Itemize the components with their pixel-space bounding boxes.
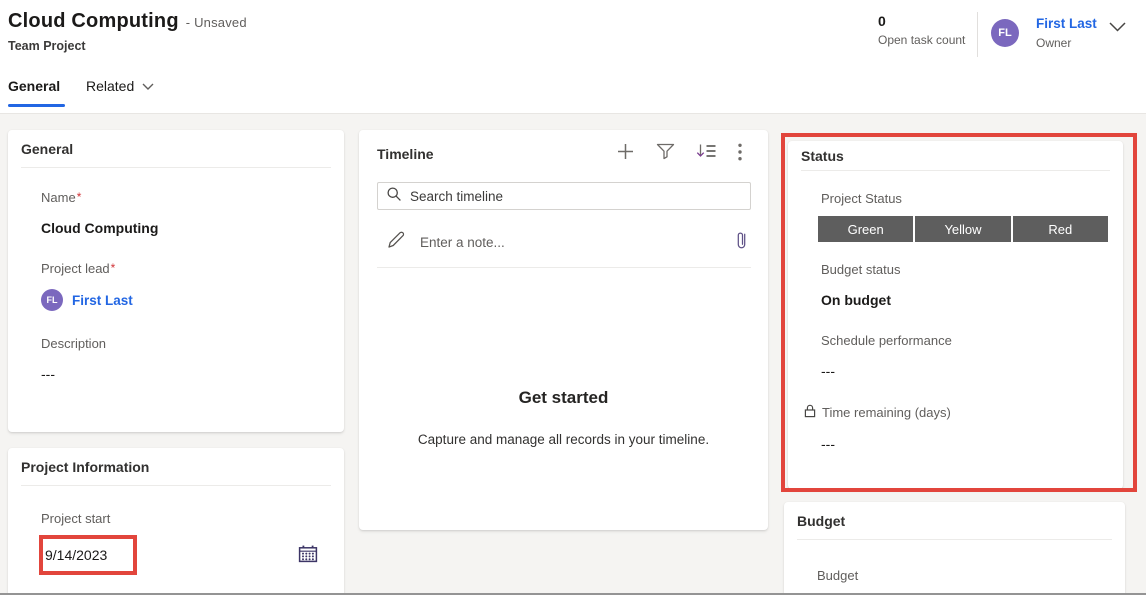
page-title: Cloud Computing - Unsaved: [8, 10, 247, 33]
time-remaining-label: Time remaining (days): [822, 405, 951, 420]
timeline-search-box[interactable]: [377, 182, 751, 210]
header-divider: [977, 12, 978, 57]
project-start-label: Project start: [41, 511, 332, 526]
tab-general-label: General: [8, 78, 60, 94]
budget-status-value[interactable]: On budget: [821, 292, 1111, 308]
owner-avatar-initials: FL: [998, 27, 1011, 39]
chevron-down-icon: [1109, 19, 1126, 36]
general-card-title: General: [8, 130, 344, 167]
record-type-label: Team Project: [8, 39, 86, 53]
status-option-green[interactable]: Green: [818, 216, 913, 242]
project-status-segmented-control: Green Yellow Red: [818, 216, 1108, 242]
required-asterisk: *: [77, 190, 82, 204]
sort-expand-icon: [696, 143, 717, 165]
budget-card-title: Budget: [784, 502, 1125, 539]
attach-file-button[interactable]: [736, 230, 747, 255]
lock-icon: [804, 404, 816, 421]
project-start-input[interactable]: 9/14/2023: [45, 547, 107, 563]
status-option-yellow[interactable]: Yellow: [915, 216, 1010, 242]
timeline-empty-title: Get started: [359, 388, 768, 408]
timeline-filter-button[interactable]: [656, 143, 675, 165]
project-status-label: Project Status: [821, 191, 1111, 206]
timeline-card-title: Timeline: [377, 146, 616, 162]
budget-field: Budget: [817, 568, 1113, 583]
unsaved-indicator: - Unsaved: [186, 15, 247, 30]
date-picker-button[interactable]: [298, 545, 318, 568]
owner-role-label: Owner: [1036, 36, 1071, 50]
more-vertical-icon: [738, 143, 742, 166]
project-status-field: Project Status Green Yellow Red: [821, 191, 1111, 242]
project-lead-avatar-initials: FL: [47, 295, 58, 305]
description-value[interactable]: ---: [41, 366, 332, 382]
header-collapse-chevron[interactable]: [1109, 19, 1126, 37]
paperclip-icon: [736, 230, 747, 255]
time-remaining-field: Time remaining (days) ---: [821, 404, 1111, 452]
project-information-card-title: Project Information: [8, 448, 344, 485]
tab-related-label: Related: [86, 78, 134, 94]
search-timeline-input[interactable]: [410, 189, 742, 204]
app-screen: Cloud Computing - Unsaved Team Project 0 …: [0, 0, 1146, 595]
active-tab-underline: [8, 104, 65, 107]
name-field[interactable]: Name* Cloud Computing: [41, 190, 332, 236]
pencil-icon: [387, 231, 405, 254]
owner-name-link[interactable]: First Last: [1036, 16, 1097, 31]
name-field-label: Name*: [41, 190, 332, 205]
schedule-performance-field: Schedule performance ---: [821, 333, 1111, 379]
status-card-title: Status: [788, 141, 1123, 170]
open-task-count-label: Open task count: [878, 33, 965, 47]
budget-status-label: Budget status: [821, 262, 1111, 277]
project-information-card: Project Information Project start 9/14/2…: [8, 448, 344, 595]
description-label: Description: [41, 336, 332, 351]
budget-card: Budget Budget: [784, 502, 1125, 595]
required-asterisk: *: [111, 261, 116, 275]
timeline-empty-text: Capture and manage all records in your t…: [359, 432, 768, 447]
record-title: Cloud Computing: [8, 10, 179, 32]
general-card: General Name* Cloud Computing Project le…: [8, 130, 344, 432]
time-remaining-value: ---: [821, 436, 1111, 452]
timeline-more-commands-button[interactable]: [738, 143, 742, 166]
timeline-add-button[interactable]: [616, 142, 635, 166]
plus-icon: [616, 142, 635, 166]
project-lead-field: Project lead* FL First Last: [41, 261, 332, 311]
owner-avatar[interactable]: FL: [991, 19, 1019, 47]
timeline-card: Timeline: [359, 130, 768, 530]
budget-status-field: Budget status On budget: [821, 262, 1111, 308]
description-field[interactable]: Description ---: [41, 336, 332, 382]
open-task-count-block: 0 Open task count: [878, 13, 965, 47]
calendar-icon: [298, 545, 318, 568]
project-lead-link[interactable]: First Last: [72, 293, 133, 308]
enter-note-field[interactable]: Enter a note...: [420, 235, 721, 250]
name-field-value[interactable]: Cloud Computing: [41, 220, 332, 236]
filter-funnel-icon: [656, 143, 675, 165]
quick-note-row: Enter a note...: [377, 224, 751, 268]
project-lead-label: Project lead*: [41, 261, 332, 276]
open-task-count-value: 0: [878, 13, 965, 29]
project-start-field: Project start 9/14/2023: [41, 511, 332, 576]
tab-general[interactable]: General: [8, 78, 60, 94]
chevron-down-icon: [142, 78, 154, 94]
timeline-expand-records-button[interactable]: [696, 143, 717, 165]
status-card: Status Project Status Green Yellow Red B…: [788, 141, 1123, 489]
schedule-performance-label: Schedule performance: [821, 333, 1111, 348]
project-lead-avatar: FL: [41, 289, 63, 311]
time-remaining-label-row: Time remaining (days): [804, 404, 1111, 421]
budget-field-label: Budget: [817, 568, 1113, 583]
search-icon: [386, 186, 402, 207]
schedule-performance-value[interactable]: ---: [821, 363, 1111, 379]
tab-related[interactable]: Related: [86, 78, 154, 94]
status-option-red[interactable]: Red: [1013, 216, 1108, 242]
